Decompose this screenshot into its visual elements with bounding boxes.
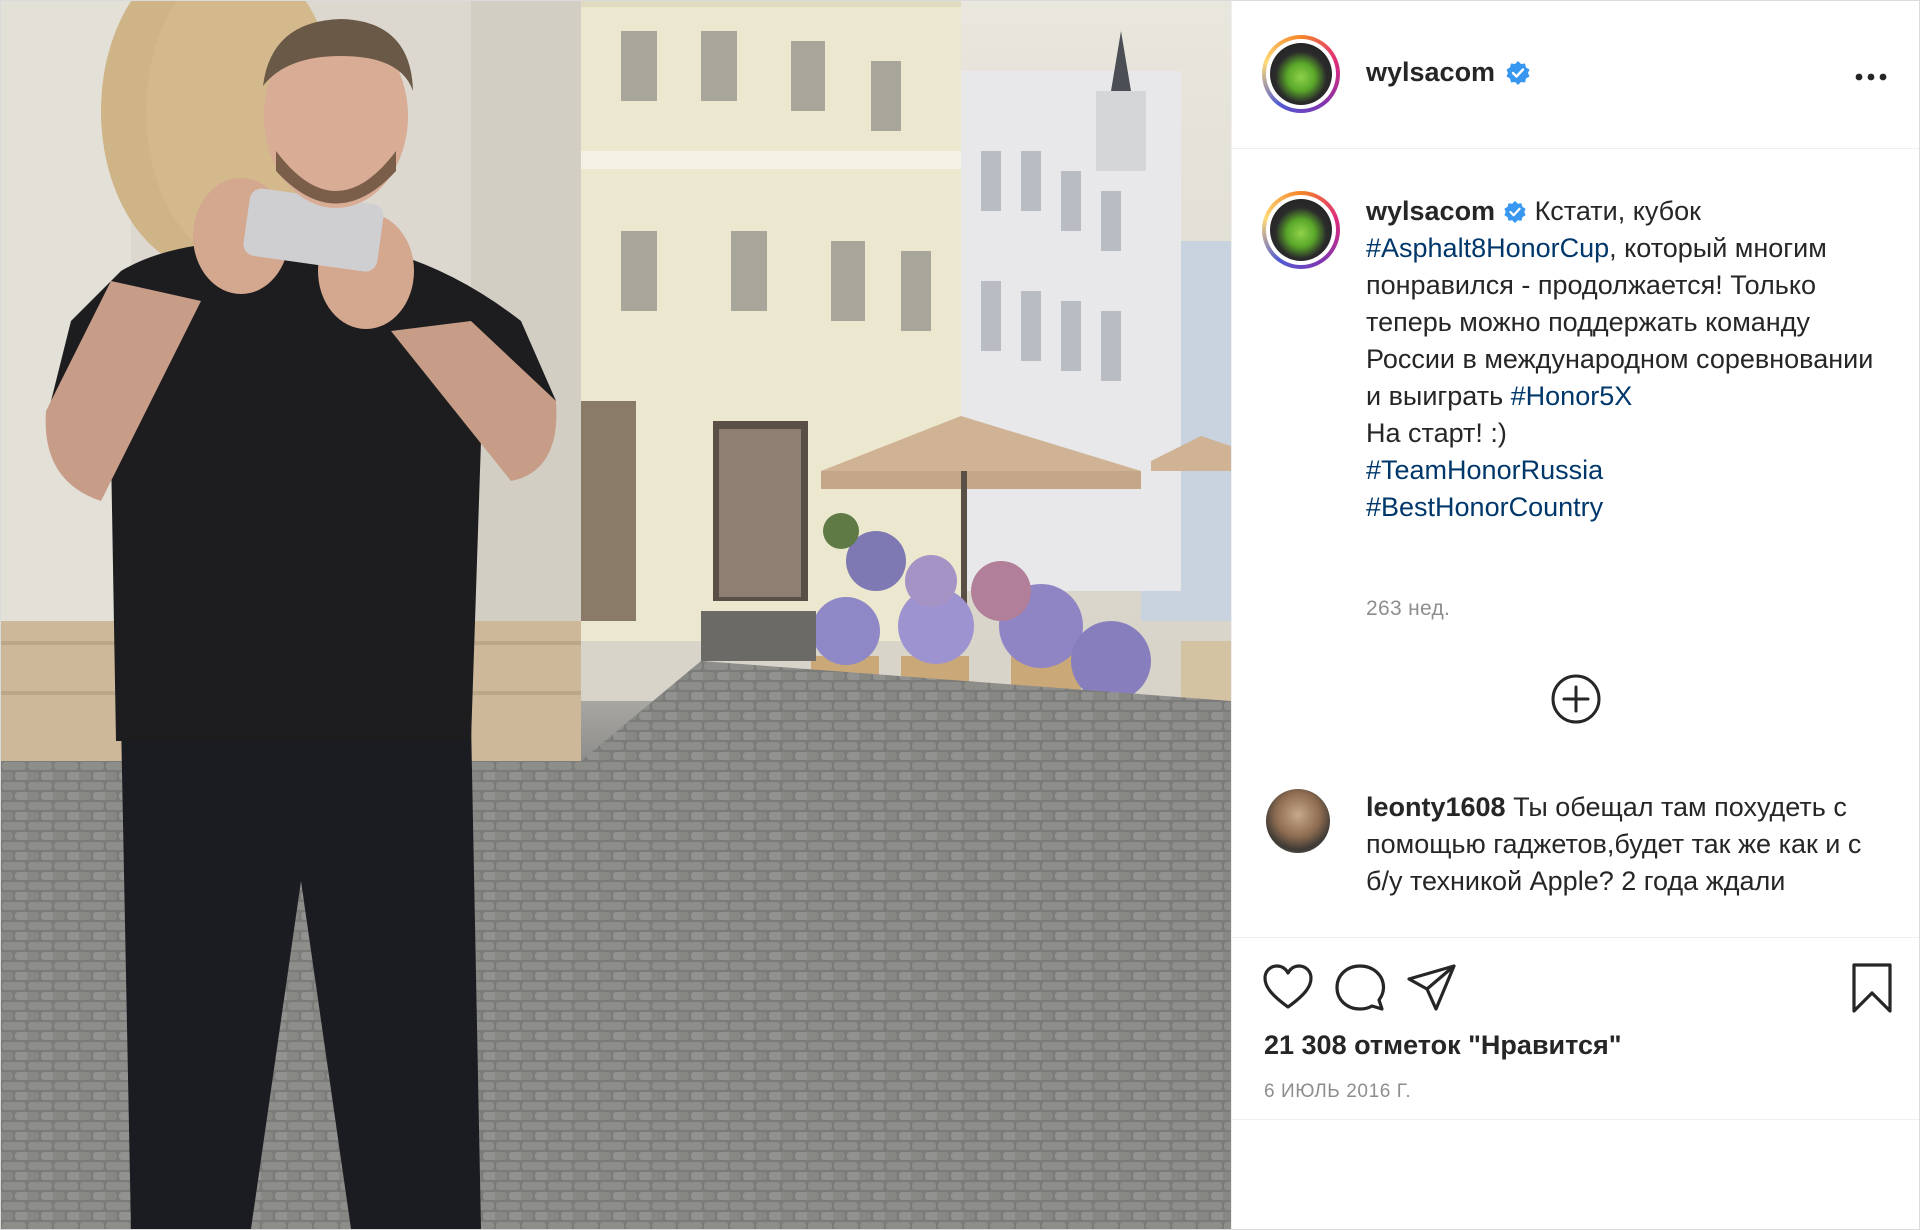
heart-icon[interactable] (1262, 962, 1314, 1014)
hashtag-teamhonorrussia[interactable]: #TeamHonorRussia (1366, 455, 1603, 485)
comment-item: leonty1608 Ты обещал там похудеть с помо… (1366, 789, 1886, 900)
comment-icon[interactable] (1334, 962, 1386, 1014)
caption-author-avatar[interactable] (1262, 191, 1340, 269)
author-avatar[interactable] (1262, 35, 1340, 113)
post-caption: wylsacom Кстати, кубок #Asphalt8HonorCup… (1366, 193, 1886, 526)
bookmark-icon[interactable] (1846, 962, 1898, 1014)
more-options-icon[interactable] (1853, 59, 1889, 95)
hashtag-honor5x[interactable]: #Honor5X (1511, 381, 1633, 411)
caption-text-3: На старт! :) (1366, 418, 1507, 448)
header-username-row: wylsacom (1366, 57, 1531, 88)
instagram-post: wylsacom wylsacom Кстати, кубок #Asphalt… (0, 0, 1920, 1230)
post-side-panel: wylsacom wylsacom Кстати, кубок #Asphalt… (1231, 1, 1919, 1229)
caption-age[interactable]: 263 нед. (1366, 597, 1450, 621)
likes-count[interactable]: 21 308 отметок "Нравится" (1264, 1030, 1622, 1061)
comment-username[interactable]: leonty1608 (1366, 792, 1506, 822)
post-header: wylsacom (1232, 1, 1919, 149)
hashtag-besthonorcountry[interactable]: #BestHonorCountry (1366, 492, 1603, 522)
post-date[interactable]: 6 июль 2016 г. (1264, 1081, 1411, 1103)
comments-area: wylsacom Кстати, кубок #Asphalt8HonorCup… (1232, 149, 1919, 937)
commenter-avatar[interactable] (1266, 789, 1330, 853)
post-photo[interactable] (1, 1, 1231, 1229)
plus-circle-icon[interactable] (1550, 673, 1602, 725)
caption-text-1: Кстати, кубок (1527, 196, 1701, 226)
caption-username[interactable]: wylsacom (1366, 196, 1495, 226)
photo-scene (1, 1, 1231, 1229)
hashtag-asphalt8honorcup[interactable]: #Asphalt8HonorCup (1366, 233, 1609, 263)
paper-plane-icon[interactable] (1406, 962, 1458, 1014)
verified-badge-icon (1506, 60, 1530, 85)
caption-verified-icon (1504, 200, 1526, 224)
header-username[interactable]: wylsacom (1366, 57, 1495, 88)
add-comment-area (1232, 1119, 1919, 1229)
post-actions: 21 308 отметок "Нравится" 6 июль 2016 г. (1232, 937, 1919, 1119)
